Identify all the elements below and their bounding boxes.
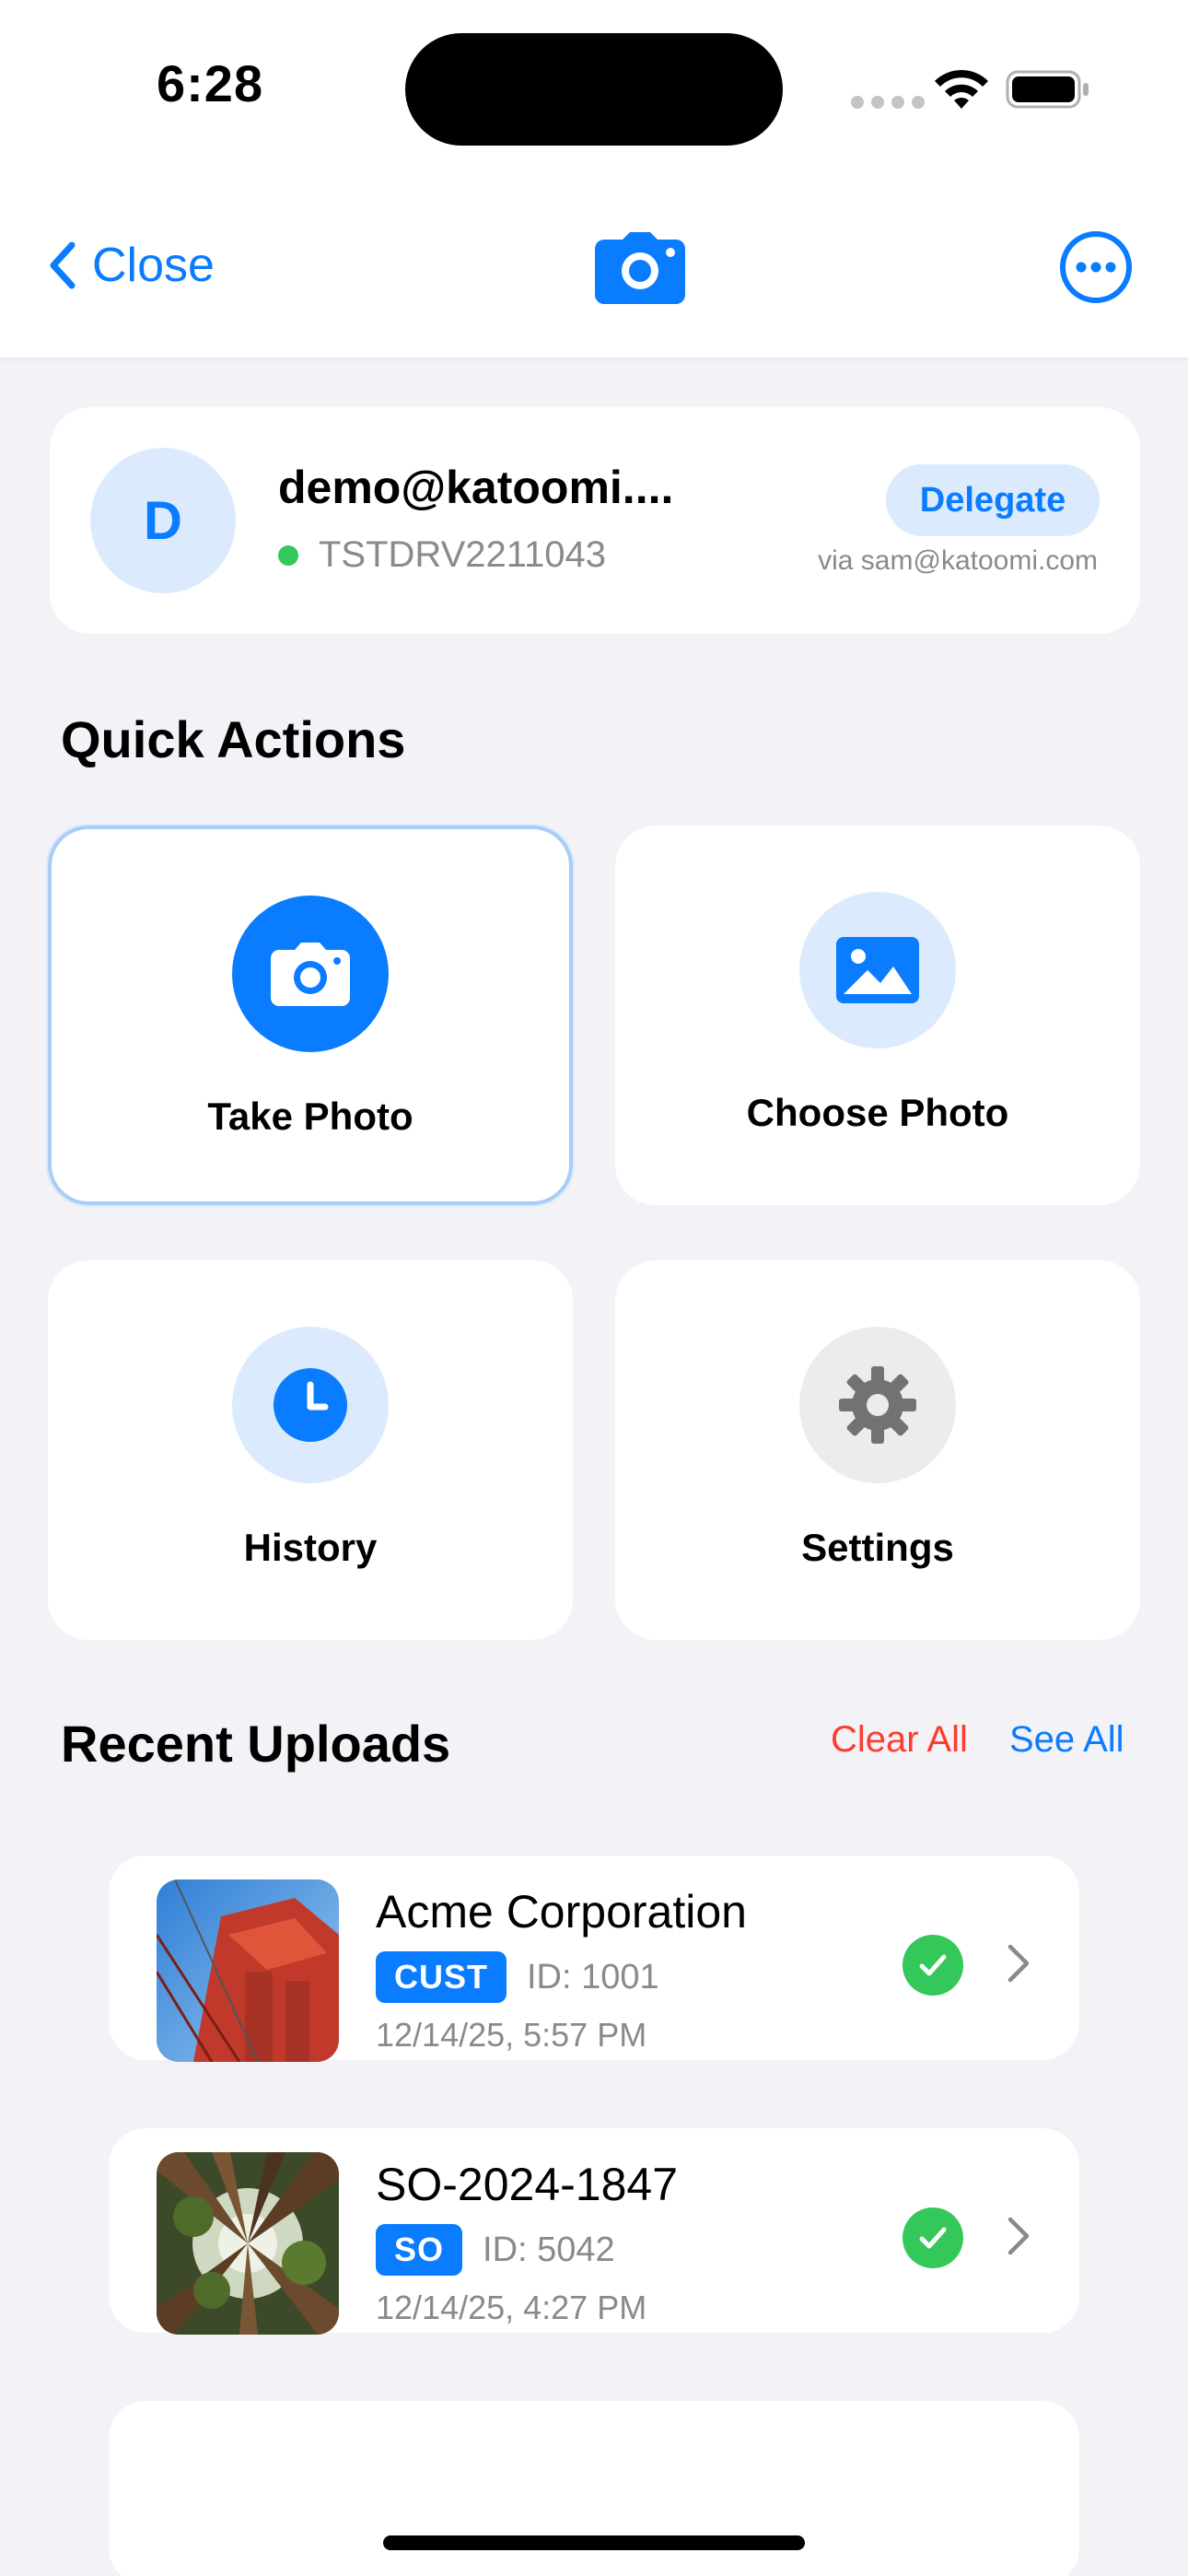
account-email: demo@katoomi.... bbox=[278, 462, 674, 513]
home-indicator bbox=[383, 2535, 805, 2550]
dynamic-island bbox=[405, 33, 783, 146]
upload-thumbnail-forest bbox=[157, 2152, 339, 2335]
upload-date: 12/14/25, 5:57 PM bbox=[376, 2016, 647, 2054]
app-screen: 6:28 Close D demo@katoomi.... TSTDRV2211… bbox=[0, 0, 1188, 2576]
wifi-icon bbox=[935, 69, 988, 109]
camera-icon bbox=[232, 896, 389, 1052]
delegate-via-text: via sam@katoomi.com bbox=[818, 545, 1098, 576]
chevron-left-icon bbox=[50, 241, 76, 289]
choose-photo-tile[interactable]: Choose Photo bbox=[615, 825, 1140, 1205]
quick-actions-title: Quick Actions bbox=[61, 710, 406, 768]
camera-icon bbox=[595, 232, 685, 304]
upload-thumbnail-bridge bbox=[157, 1879, 339, 2062]
record-type-badge: SO bbox=[376, 2224, 463, 2276]
choose-photo-label: Choose Photo bbox=[746, 1091, 1009, 1134]
upload-meta: SO ID: 5042 bbox=[376, 2224, 615, 2276]
status-time: 6:28 bbox=[157, 54, 264, 112]
upload-meta: CUST ID: 1001 bbox=[376, 1951, 659, 2003]
clear-all-button[interactable]: Clear All bbox=[831, 1719, 968, 1761]
device-id: TSTDRV2211043 bbox=[319, 534, 607, 575]
chevron-right-icon bbox=[1007, 2217, 1030, 2255]
record-id: ID: 1001 bbox=[527, 1957, 659, 1996]
record-type-badge: CUST bbox=[376, 1951, 507, 2003]
recent-uploads-title: Recent Uploads bbox=[61, 1715, 451, 1773]
more-options-icon[interactable] bbox=[1059, 230, 1133, 304]
upload-date: 12/14/25, 4:27 PM bbox=[376, 2289, 647, 2326]
account-device: TSTDRV2211043 bbox=[278, 534, 606, 576]
history-label: History bbox=[243, 1526, 378, 1569]
take-photo-tile[interactable]: Take Photo bbox=[48, 825, 573, 1205]
online-status-dot bbox=[278, 544, 298, 566]
settings-tile[interactable]: Settings bbox=[615, 1260, 1140, 1640]
upload-row[interactable]: Acme Corporation CUST ID: 1001 12/14/25,… bbox=[109, 1856, 1079, 2062]
delegate-button[interactable]: Delegate bbox=[886, 464, 1100, 536]
battery-icon bbox=[1006, 70, 1089, 109]
upload-row[interactable]: SO-2024-1847 SO ID: 5042 12/14/25, 4:27 … bbox=[109, 2128, 1079, 2335]
chevron-right-icon bbox=[1007, 1944, 1030, 1983]
avatar: D bbox=[90, 448, 236, 593]
close-label: Close bbox=[92, 239, 215, 292]
checkmark-icon bbox=[903, 2207, 963, 2268]
upload-title: SO-2024-1847 bbox=[376, 2159, 679, 2210]
upload-title: Acme Corporation bbox=[376, 1886, 747, 1938]
see-all-button[interactable]: See All bbox=[1009, 1719, 1124, 1761]
record-id: ID: 5042 bbox=[483, 2230, 615, 2269]
gear-icon bbox=[799, 1327, 956, 1483]
clock-icon bbox=[232, 1327, 389, 1483]
settings-label: Settings bbox=[801, 1526, 954, 1569]
history-tile[interactable]: History bbox=[48, 1260, 573, 1640]
photo-icon bbox=[799, 892, 956, 1048]
take-photo-label: Take Photo bbox=[207, 1095, 413, 1138]
cellular-signal-icon bbox=[851, 96, 925, 109]
account-card: D demo@katoomi.... TSTDRV2211043 Delegat… bbox=[50, 407, 1140, 634]
close-button[interactable]: Close bbox=[46, 228, 215, 302]
checkmark-icon bbox=[903, 1935, 963, 1996]
